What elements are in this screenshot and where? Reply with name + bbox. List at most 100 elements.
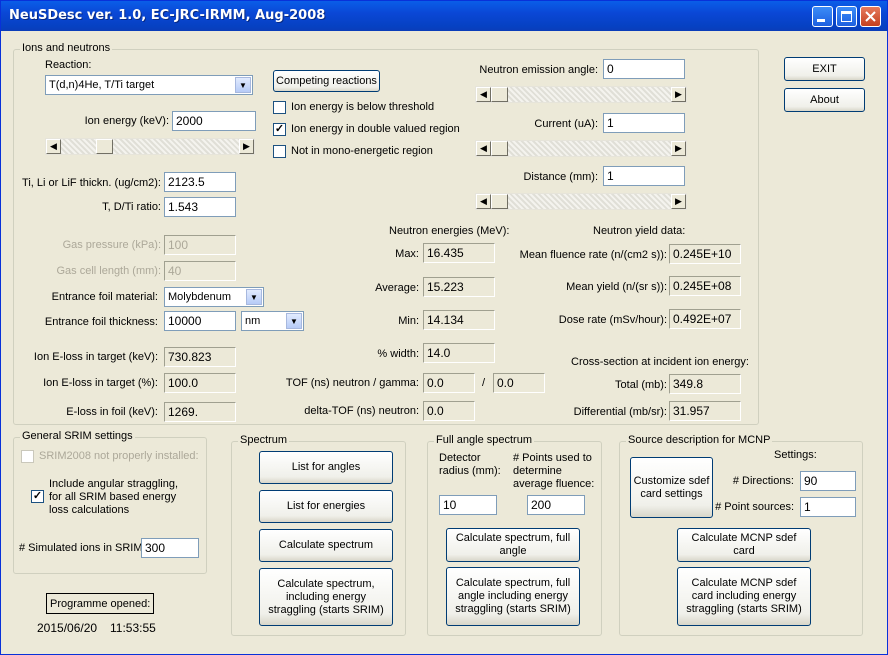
ion-energy-input[interactable] <box>172 111 256 131</box>
min-field: 14.134 <box>423 310 495 330</box>
foil-unit-value: nm <box>245 315 261 327</box>
distance-slider[interactable]: ◀ ▶ <box>475 193 687 210</box>
detector-radius-input[interactable] <box>439 495 497 515</box>
eloss-pct-field: 100.0 <box>164 373 236 393</box>
calculate-spectrum-srim-button[interactable]: Calculate spectrum, including energy str… <box>259 568 393 626</box>
customize-sdef-button[interactable]: Customize sdef card settings <box>630 457 713 518</box>
eloss-pct-label: Ion E-loss in target (%): <box>43 377 158 389</box>
close-icon <box>865 11 876 22</box>
arrow-right-icon[interactable]: ▶ <box>239 139 254 154</box>
avg-label: Average: <box>375 282 419 294</box>
points-fluence-input[interactable] <box>527 495 585 515</box>
arrow-left-icon[interactable]: ◀ <box>476 194 491 209</box>
minimize-button[interactable] <box>812 6 833 27</box>
ratio-input[interactable] <box>164 197 236 217</box>
arrow-left-icon[interactable]: ◀ <box>476 87 491 102</box>
dtof-field: 0.0 <box>423 401 475 421</box>
main-window: NeuSDesc ver. 1.0, EC-JRC-IRMM, Aug-2008… <box>0 0 888 655</box>
about-button[interactable]: About <box>784 88 865 112</box>
calculate-full-angle-srim-button[interactable]: Calculate spectrum, full angle including… <box>446 567 580 626</box>
double-valued-label: Ion energy in double valued region <box>291 123 460 135</box>
max-label: Max: <box>395 248 419 260</box>
directions-input[interactable] <box>800 471 856 491</box>
foil-material-label: Entrance foil material: <box>51 291 158 303</box>
exit-button[interactable]: EXIT <box>784 57 865 81</box>
ion-energy-slider[interactable]: ◀ ▶ <box>45 138 255 155</box>
current-label: Current (uA): <box>534 118 598 130</box>
diff-label: Differential (mb/sr): <box>573 406 667 418</box>
calculate-mcnp-srim-button[interactable]: Calculate MCNP sdef card including energ… <box>677 567 811 626</box>
mono-energetic-checkbox[interactable] <box>273 145 286 158</box>
minimize-icon <box>817 19 825 22</box>
emission-angle-slider[interactable]: ◀ ▶ <box>475 86 687 103</box>
foil-unit-select[interactable]: nm ▼ <box>241 311 304 331</box>
chevron-down-icon[interactable]: ▼ <box>286 313 302 329</box>
double-valued-checkbox[interactable]: ✓ <box>273 123 286 136</box>
gas-cell-label: Gas cell length (mm): <box>56 265 161 277</box>
below-threshold-checkbox[interactable] <box>273 101 286 114</box>
straggling-checkbox[interactable]: ✓ <box>31 490 44 503</box>
opened-date: 2015/06/20 <box>37 621 98 635</box>
foil-thickness-input[interactable] <box>164 311 236 331</box>
distance-input[interactable] <box>603 166 685 186</box>
points-fluence-label: # Points used to determine average fluen… <box>513 452 595 490</box>
arrow-right-icon[interactable]: ▶ <box>671 194 686 209</box>
foil-material-select[interactable]: Molybdenum ▼ <box>164 287 264 307</box>
gas-cell-field: 40 <box>164 261 236 281</box>
thickness-input[interactable] <box>164 172 236 192</box>
chevron-down-icon[interactable]: ▼ <box>246 289 262 305</box>
thickness-label: Ti, Li or LiF thickn. (ug/cm2): <box>22 177 161 189</box>
distance-slider-thumb[interactable] <box>491 194 508 209</box>
yield-heading: Neutron yield data: <box>593 225 686 237</box>
reaction-select[interactable]: T(d,n)4He, T/Ti target ▼ <box>45 75 253 95</box>
width-label: % width: <box>377 348 419 360</box>
current-slider[interactable]: ◀ ▶ <box>475 140 687 157</box>
gas-pressure-field: 100 <box>164 235 236 255</box>
distance-label: Distance (mm): <box>523 171 598 183</box>
point-sources-label: # Point sources: <box>715 501 794 513</box>
competing-reactions-button[interactable]: Competing reactions <box>273 70 380 92</box>
tof-label: TOF (ns) neutron / gamma: <box>285 377 419 389</box>
maximize-icon <box>841 11 852 22</box>
list-energies-button[interactable]: List for energies <box>259 490 393 523</box>
ratio-label: T, D/Ti ratio: <box>102 201 161 213</box>
arrow-left-icon[interactable]: ◀ <box>476 141 491 156</box>
tof-neutron-field: 0.0 <box>423 373 475 393</box>
xs-heading: Cross-section at incident ion energy: <box>571 356 749 368</box>
max-field: 16.435 <box>423 243 495 263</box>
full-angle-group-label: Full angle spectrum <box>434 434 534 446</box>
close-button[interactable] <box>860 6 881 27</box>
dtof-label: delta-TOF (ns) neutron: <box>304 405 419 417</box>
ion-energy-label: Ion energy (keV): <box>84 115 169 127</box>
calculate-mcnp-button[interactable]: Calculate MCNP sdef card <box>677 528 811 562</box>
srim-installed-label: SRIM2008 not properly installed: <box>39 450 199 462</box>
arrow-right-icon[interactable]: ▶ <box>671 87 686 102</box>
emission-angle-slider-thumb[interactable] <box>491 87 508 102</box>
min-label: Min: <box>398 315 419 327</box>
ion-energy-slider-thumb[interactable] <box>96 139 113 154</box>
total-label: Total (mb): <box>615 379 667 391</box>
simulated-ions-input[interactable] <box>141 538 199 558</box>
spectrum-group-label: Spectrum <box>238 434 290 446</box>
dose-field: 0.492E+07 <box>669 309 741 329</box>
eloss-kev-field: 730.823 <box>164 347 236 367</box>
current-slider-thumb[interactable] <box>491 141 508 156</box>
calculate-full-angle-button[interactable]: Calculate spectrum, full angle <box>446 528 580 562</box>
current-input[interactable] <box>603 113 685 133</box>
arrow-left-icon[interactable]: ◀ <box>46 139 61 154</box>
point-sources-input[interactable] <box>800 497 856 517</box>
settings-label: Settings: <box>774 449 817 461</box>
chevron-down-icon[interactable]: ▼ <box>235 77 251 93</box>
straggling-label: Include angular straggling, for all SRIM… <box>49 478 179 516</box>
title-bar[interactable]: NeuSDesc ver. 1.0, EC-JRC-IRMM, Aug-2008 <box>1 1 887 31</box>
arrow-right-icon[interactable]: ▶ <box>671 141 686 156</box>
maximize-button[interactable] <box>836 6 857 27</box>
yield-field: 0.245E+08 <box>669 276 741 296</box>
calculate-spectrum-button[interactable]: Calculate spectrum <box>259 529 393 562</box>
yield-label: Mean yield (n/(sr s)): <box>566 281 667 293</box>
mcnp-group-label: Source description for MCNP <box>626 434 773 446</box>
opened-time: 11:53:55 <box>110 621 156 635</box>
simulated-ions-label: # Simulated ions in SRIM: <box>19 542 146 554</box>
list-angles-button[interactable]: List for angles <box>259 451 393 484</box>
emission-angle-input[interactable] <box>603 59 685 79</box>
